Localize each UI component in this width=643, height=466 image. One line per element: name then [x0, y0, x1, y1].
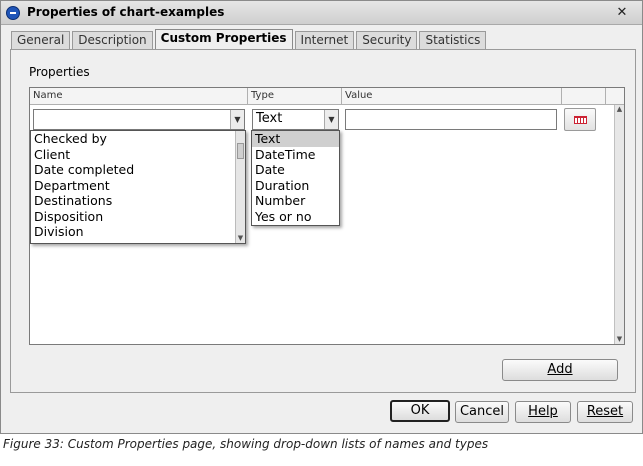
- tab-general[interactable]: General: [11, 31, 71, 49]
- name-combobox[interactable]: ▼: [33, 109, 245, 130]
- scroll-down-icon[interactable]: ▼: [615, 335, 624, 344]
- name-dropdown-list[interactable]: Checked by Client Date completed Departm…: [30, 130, 246, 244]
- type-combobox[interactable]: Text ▼: [252, 109, 339, 130]
- column-header-value[interactable]: Value: [342, 88, 562, 105]
- type-dropdown-list[interactable]: Text DateTime Date Duration Number Yes o…: [251, 130, 340, 226]
- type-option[interactable]: Yes or no: [252, 209, 339, 225]
- add-button[interactable]: Add: [502, 359, 618, 381]
- type-option[interactable]: Number: [252, 193, 339, 209]
- tab-statistics[interactable]: Statistics: [419, 31, 487, 49]
- ok-button[interactable]: OK: [390, 400, 450, 422]
- scroll-up-icon[interactable]: ▲: [615, 105, 624, 114]
- name-option[interactable]: Client: [31, 147, 245, 163]
- tab-bar: General Description Custom Properties In…: [11, 29, 488, 50]
- column-header-spacer: [606, 88, 624, 105]
- column-header-name[interactable]: Name: [30, 88, 248, 105]
- window-title: Properties of chart-examples: [27, 5, 225, 19]
- grid-vertical-scrollbar[interactable]: ▲ ▼: [614, 105, 624, 344]
- name-option[interactable]: Disposition: [31, 209, 245, 225]
- properties-section-label: Properties: [29, 65, 90, 79]
- scroll-down-icon[interactable]: ▼: [236, 234, 245, 243]
- name-option[interactable]: Checked by: [31, 131, 245, 147]
- reset-button-label: Reset: [586, 404, 624, 419]
- close-icon[interactable]: ✕: [614, 5, 630, 21]
- tab-description[interactable]: Description: [72, 31, 153, 49]
- reset-button[interactable]: Reset: [577, 401, 633, 423]
- tab-internet[interactable]: Internet: [294, 31, 355, 49]
- cancel-button[interactable]: Cancel: [455, 401, 509, 423]
- column-header-blank: [562, 88, 606, 105]
- app-icon: [6, 6, 20, 20]
- scroll-thumb[interactable]: [237, 143, 244, 159]
- figure-caption: Figure 33: Custom Properties page, showi…: [3, 437, 489, 451]
- properties-grid: Name Type Value ▼ Text ▼ ▲ ▼ Checked by …: [29, 87, 625, 345]
- type-option[interactable]: DateTime: [252, 147, 339, 163]
- value-input[interactable]: [345, 109, 557, 130]
- title-bar: Properties of chart-examples ✕: [1, 1, 642, 25]
- help-button[interactable]: Help: [515, 401, 571, 423]
- custom-properties-panel: Properties Name Type Value ▼ Text ▼ ▲ ▼: [10, 49, 636, 393]
- type-option[interactable]: Duration: [252, 178, 339, 194]
- tab-custom-properties[interactable]: Custom Properties: [154, 29, 293, 50]
- tab-security[interactable]: Security: [356, 31, 418, 49]
- properties-dialog: Properties of chart-examples ✕ General D…: [0, 0, 643, 434]
- name-option[interactable]: Division: [31, 224, 245, 240]
- dropdown-scrollbar[interactable]: ▼: [235, 131, 245, 243]
- help-button-label: Help: [528, 404, 558, 419]
- chevron-down-icon[interactable]: ▼: [230, 110, 244, 129]
- type-option[interactable]: Date: [252, 162, 339, 178]
- add-button-label: Add: [547, 362, 573, 377]
- chevron-down-icon[interactable]: ▼: [324, 110, 338, 129]
- type-combobox-value: Text: [256, 111, 283, 126]
- name-option[interactable]: Date completed: [31, 162, 245, 178]
- name-option[interactable]: Destinations: [31, 193, 245, 209]
- name-option[interactable]: Department: [31, 178, 245, 194]
- column-header-type[interactable]: Type: [248, 88, 342, 105]
- type-option-selected[interactable]: Text: [252, 131, 339, 147]
- date-picker-button[interactable]: [564, 108, 596, 131]
- calendar-icon: [574, 116, 587, 124]
